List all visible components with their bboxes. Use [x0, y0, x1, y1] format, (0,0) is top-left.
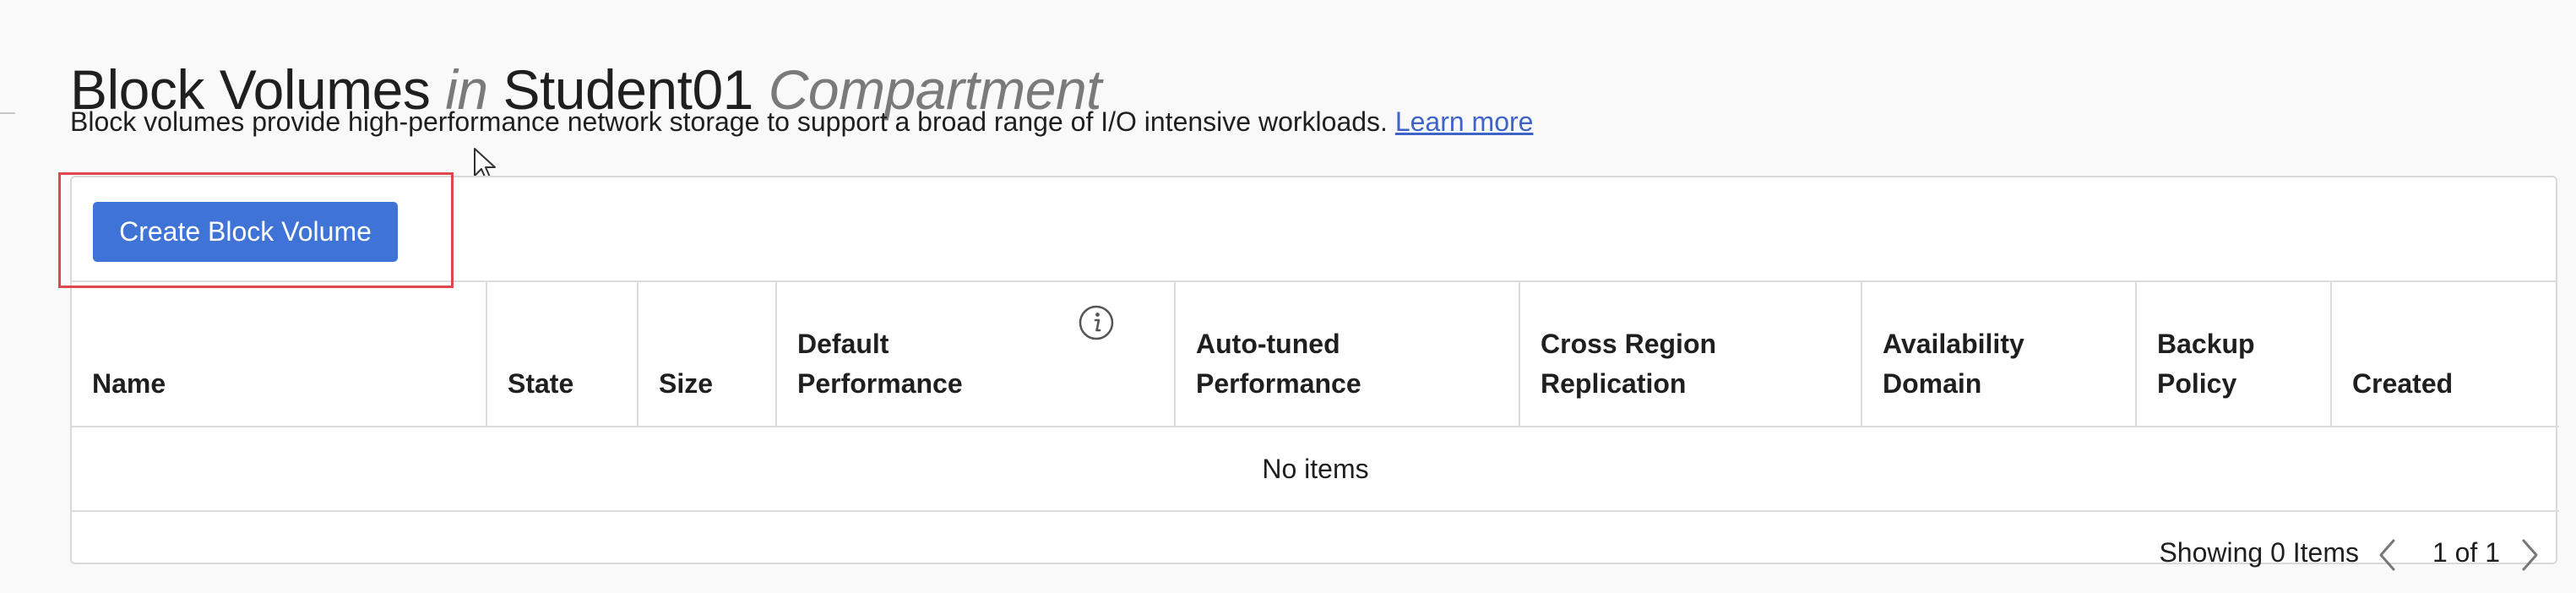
description-text: Block volumes provide high-performance n… [70, 106, 1388, 137]
column-header-cross-region-replication[interactable]: Cross Region Replication [1519, 282, 1862, 427]
empty-state-text: No items [72, 427, 2559, 512]
column-header-backup-policy[interactable]: Backup Policy [2136, 282, 2332, 427]
learn-more-link[interactable]: Learn more [1395, 106, 1534, 137]
previous-page-icon[interactable] [2377, 538, 2399, 572]
table-footer: Showing 0 Items 1 of 1 [72, 512, 2556, 593]
table-empty-row: No items [72, 427, 2559, 512]
next-page-icon[interactable] [2519, 538, 2541, 572]
column-header-created[interactable]: Created [2331, 282, 2559, 427]
page-indicator: 1 of 1 [2432, 537, 2500, 568]
block-volumes-table: Name State Size Default Performance Auto-… [72, 282, 2559, 512]
showing-count: Showing 0 Items [2159, 537, 2359, 568]
info-icon[interactable] [1078, 304, 1115, 341]
column-header-default-performance[interactable]: Default Performance [776, 282, 1176, 427]
column-header-state[interactable]: State [486, 282, 639, 427]
left-edge-divider [0, 112, 15, 114]
page-description: Block volumes provide high-performance n… [70, 106, 1533, 138]
column-header-auto-tuned-performance[interactable]: Auto-tuned Performance [1175, 282, 1520, 427]
create-button-highlight [58, 172, 454, 288]
column-header-size[interactable]: Size [638, 282, 777, 427]
column-header-name[interactable]: Name [72, 282, 487, 427]
table-header-row: Name State Size Default Performance Auto-… [72, 282, 2559, 427]
column-header-availability-domain[interactable]: Availability Domain [1861, 282, 2137, 427]
